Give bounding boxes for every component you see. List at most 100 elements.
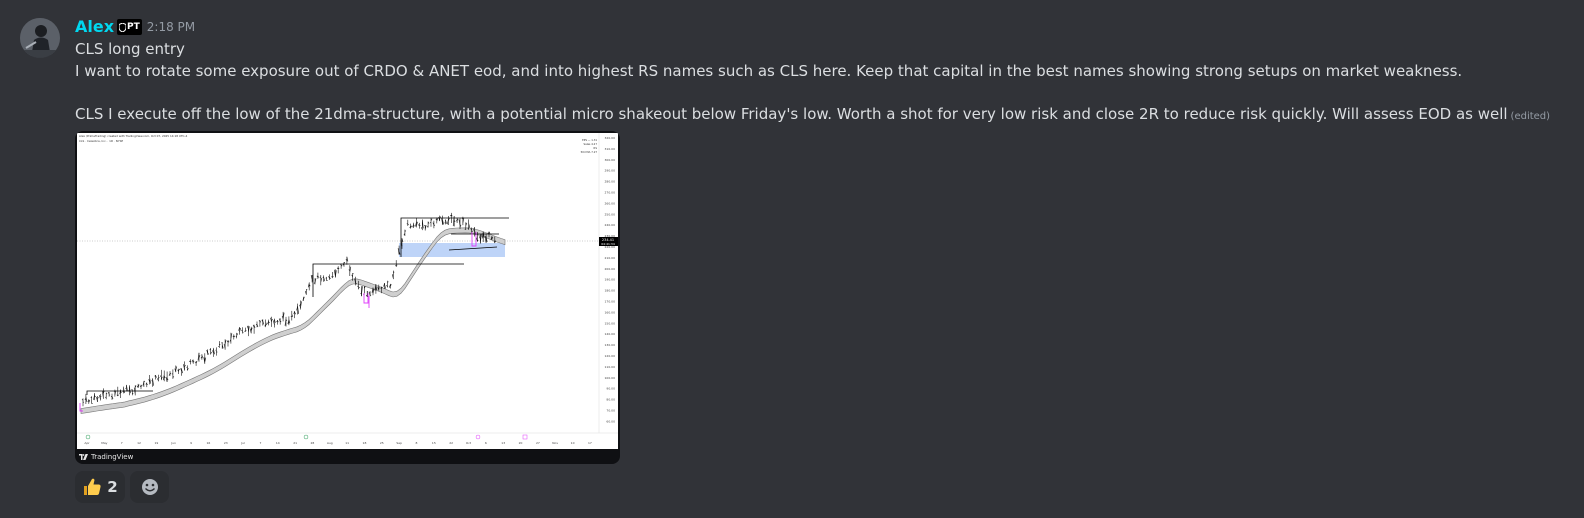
reactions-bar: 2 xyxy=(75,471,169,503)
time-tick-label: May xyxy=(101,441,107,445)
time-tick-label: 22 xyxy=(449,441,453,445)
time-tick-label: 19 xyxy=(154,441,158,445)
avatar[interactable] xyxy=(20,18,60,58)
price-bar xyxy=(145,382,148,388)
price-bar xyxy=(238,327,241,335)
tradingview-label: TradingView xyxy=(91,453,134,461)
price-bar xyxy=(177,368,180,374)
legend-row: 50d MA 7.27 xyxy=(581,150,598,154)
price-bar xyxy=(93,392,96,401)
price-bar xyxy=(435,217,439,224)
price-tick-label: 190.00 xyxy=(605,278,616,282)
price-bar xyxy=(110,393,114,400)
image-attachment[interactable]: 320.00 310.00 300.00 290.00 280.00 270.00 260.… xyxy=(75,131,620,464)
price-bar xyxy=(107,391,111,397)
message-line-4: CLS I execute off the low of the 21dma-s… xyxy=(75,103,1550,128)
time-tick-label: 21 xyxy=(293,441,297,445)
reaction-count: 2 xyxy=(107,478,118,496)
add-reaction-icon xyxy=(141,479,158,495)
reaction-thumbs-up[interactable]: 2 xyxy=(75,471,125,503)
user-tag[interactable]: PT xyxy=(117,19,142,35)
price-bar xyxy=(293,311,296,319)
tradingview-logo-icon xyxy=(79,454,88,460)
username[interactable]: Alex xyxy=(75,16,114,38)
price-bar xyxy=(162,370,166,382)
price-bar xyxy=(331,272,334,279)
price-bar xyxy=(270,316,273,327)
price-bar xyxy=(415,217,418,228)
price-bar xyxy=(290,310,294,321)
price-bar xyxy=(287,316,291,326)
legend-row: Sales 4.27 xyxy=(583,142,597,146)
price-tick-label: 180.00 xyxy=(605,289,616,293)
price-bar xyxy=(125,384,128,392)
price-bar xyxy=(406,219,409,226)
price-bar xyxy=(174,365,178,373)
price-bar xyxy=(160,369,163,381)
price-bar xyxy=(81,398,85,407)
price-bar xyxy=(255,321,259,328)
price-bar xyxy=(154,375,157,380)
price-bar xyxy=(191,359,195,364)
price-bar xyxy=(316,272,320,279)
price-tick-label: 90.00 xyxy=(606,387,615,391)
price-bar xyxy=(313,278,317,285)
price-bar xyxy=(276,319,279,325)
chart-credit: Alex (PrimeTrading) created with Trading… xyxy=(79,134,187,138)
price-bar xyxy=(165,371,169,382)
price-bar xyxy=(122,386,125,394)
price-tick-label: 240.00 xyxy=(605,223,616,227)
price-bar xyxy=(133,385,137,396)
tradingview-footer: TradingView xyxy=(79,451,133,463)
price-bar xyxy=(203,353,207,364)
price-tick-label: 60.00 xyxy=(606,419,615,423)
time-tick-label: 11 xyxy=(345,441,349,445)
price-bar xyxy=(252,324,256,334)
price-bar xyxy=(235,332,238,339)
time-tick-label: Sep xyxy=(396,441,402,445)
price-bar xyxy=(418,222,421,229)
time-tick-label: 16 xyxy=(206,441,210,445)
price-tick-label: 280.00 xyxy=(605,180,616,184)
time-tick-label: 8 xyxy=(416,441,418,445)
price-bar xyxy=(84,393,88,405)
price-bar xyxy=(345,256,349,265)
price-bar xyxy=(302,296,305,301)
price-tag-countdown: 04:41:34 xyxy=(601,242,615,246)
time-tick-label: 10 xyxy=(571,441,575,445)
time-tick-label: Oct xyxy=(466,441,472,445)
time-tick-label: 23 xyxy=(224,441,228,445)
event-marker xyxy=(522,434,528,440)
legend-row: RS xyxy=(594,146,598,150)
edited-label[interactable]: (edited) xyxy=(1511,111,1551,122)
price-bar xyxy=(368,291,372,297)
price-bar xyxy=(142,380,146,387)
price-bar xyxy=(342,262,346,267)
price-bar xyxy=(258,320,262,327)
price-bar xyxy=(200,354,204,360)
price-bar xyxy=(264,319,267,328)
timestamp[interactable]: 2:18 PM xyxy=(147,20,195,34)
chat-message: Alex PT 2:18 PM CLS long entry I want to… xyxy=(0,0,1584,518)
price-bar xyxy=(90,396,93,404)
price-bar xyxy=(305,289,308,295)
time-tick-label: 13 xyxy=(501,441,505,445)
price-tick-label: 130.00 xyxy=(605,343,616,347)
price-bar xyxy=(392,270,395,280)
price-bar xyxy=(386,280,389,288)
price-bar xyxy=(307,282,311,291)
price-bar xyxy=(429,218,433,227)
avatar-image xyxy=(20,18,60,58)
time-tick-label: 7 xyxy=(259,441,261,445)
price-tick-label: 260.00 xyxy=(605,201,616,205)
price-bar xyxy=(139,384,143,390)
time-tick-label: Nov xyxy=(552,441,558,445)
price-bar xyxy=(183,361,186,371)
time-tick-label: Jun xyxy=(170,441,176,445)
price-tick-label: 200.00 xyxy=(605,267,616,271)
price-bar xyxy=(319,275,323,286)
add-reaction-button[interactable] xyxy=(130,471,169,503)
price-bar xyxy=(403,229,407,237)
price-bar xyxy=(102,388,105,399)
legend-row: EPS — 1.31 xyxy=(582,138,597,142)
